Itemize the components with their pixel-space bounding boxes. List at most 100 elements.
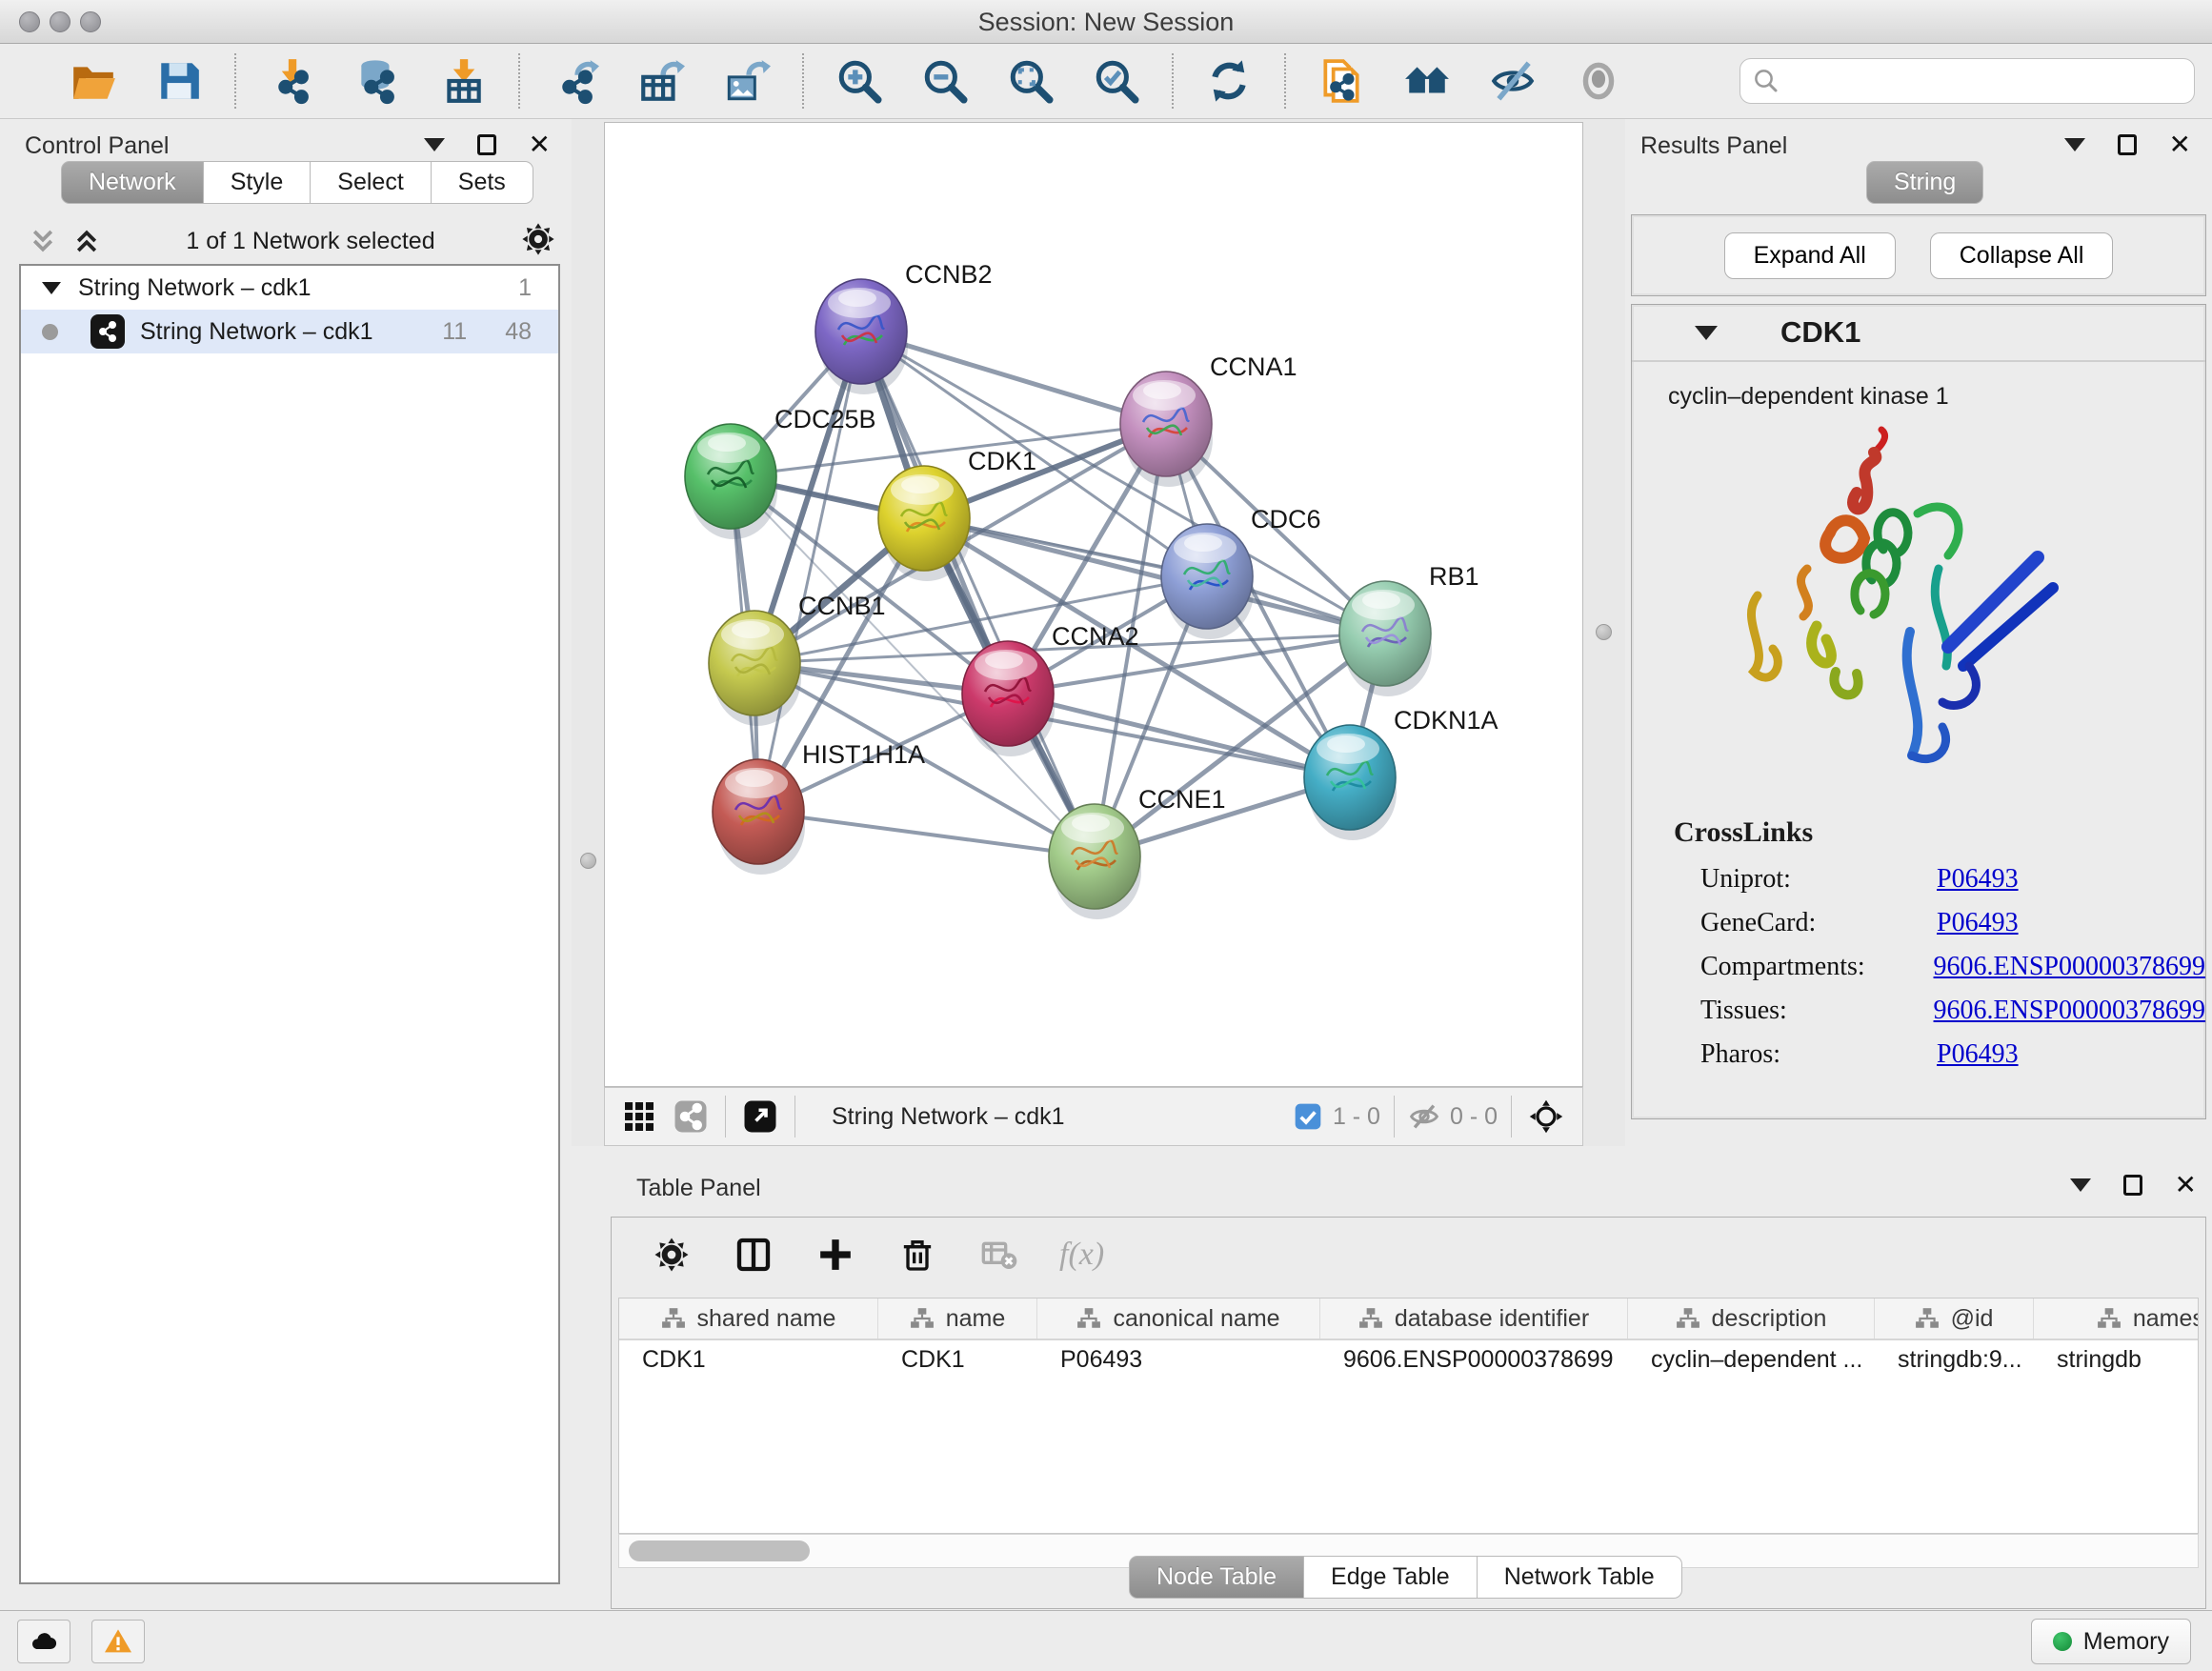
hidden-eye-icon[interactable] [1408,1100,1440,1133]
collapse-icon[interactable] [42,282,61,294]
refresh-icon[interactable] [1202,54,1256,108]
zoom-fit-icon[interactable] [1004,54,1057,108]
selected-checkbox-icon[interactable] [1293,1101,1323,1132]
column-header-shared-name[interactable]: shared name [619,1299,878,1339]
column-header-namespace[interactable]: namespace [2034,1299,2199,1339]
tab-style[interactable]: Style [204,161,312,204]
show-eye-icon[interactable] [1572,54,1625,108]
open-in-window-icon[interactable] [739,1096,781,1137]
close-panel-icon[interactable]: ✕ [2169,135,2191,154]
node-CCNE1[interactable]: CCNE1 [1049,785,1226,919]
node-RB1[interactable]: RB1 [1339,562,1479,696]
copy-documents-icon[interactable] [1315,54,1368,108]
panel-menu-icon[interactable] [424,138,445,151]
panel-menu-icon[interactable] [2070,1178,2091,1192]
table-options-gear-icon[interactable] [650,1233,694,1277]
network-share-icon[interactable] [670,1096,712,1137]
search-box[interactable] [1739,58,2195,104]
network-list-options-button[interactable] [520,221,560,262]
close-panel-icon[interactable]: ✕ [2175,1176,2197,1195]
column-header-canonical-name[interactable]: canonical name [1037,1299,1320,1339]
table-cell[interactable]: stringdb [2034,1340,2199,1384]
crosslink-label: Tissues: [1700,996,1934,1026]
node-section-header[interactable]: CDK1 [1632,305,2205,362]
open-folder-icon[interactable] [67,54,120,108]
delete-column-trash-icon[interactable] [895,1233,939,1277]
table-cell[interactable]: P06493 [1037,1340,1320,1384]
add-column-icon[interactable] [814,1233,857,1277]
tab-select[interactable]: Select [311,161,431,204]
collapse-all-button[interactable]: Collapse All [1930,232,2114,279]
crosslink-link[interactable]: P06493 [1937,908,2019,938]
zoom-in-icon[interactable] [833,54,886,108]
memory-button[interactable]: Memory [2031,1619,2191,1664]
close-panel-icon[interactable]: ✕ [529,135,551,154]
show-columns-icon[interactable] [732,1233,775,1277]
import-table-icon[interactable] [436,54,490,108]
function-builder-icon[interactable]: f(x) [1059,1233,1104,1277]
column-header-database-identifier[interactable]: database identifier [1320,1299,1628,1339]
warnings-button[interactable] [91,1620,145,1663]
import-database-icon[interactable] [351,54,404,108]
collection-count: 1 [518,274,532,302]
export-table-icon[interactable] [634,54,688,108]
table-cell[interactable]: CDK1 [619,1340,878,1384]
edge-CCNB2-CCNE1[interactable] [861,332,1095,856]
table-cell[interactable]: CDK1 [878,1340,1037,1384]
edge-HIST1H1A-CCNE1[interactable] [758,812,1095,856]
cloud-status-button[interactable] [17,1620,70,1663]
table-row[interactable]: CDK1CDK1P064939606.ENSP00000378699cyclin… [619,1340,2198,1384]
node-HIST1H1A[interactable]: HIST1H1A [713,740,925,875]
birds-eye-view-icon[interactable] [1525,1096,1567,1137]
table-cell[interactable]: stringdb:9... [1875,1340,2034,1384]
tab-node-table[interactable]: Node Table [1129,1556,1304,1599]
zoom-selected-icon[interactable] [1090,54,1143,108]
zoom-out-icon[interactable] [918,54,972,108]
column-header-description[interactable]: description [1628,1299,1875,1339]
float-panel-icon[interactable] [2123,1175,2142,1196]
collapse-section-icon[interactable] [1695,326,1718,340]
float-panel-icon[interactable] [477,134,496,155]
tab-network-table[interactable]: Network Table [1478,1556,1682,1599]
network-canvas[interactable]: CCNB2CCNA1CDC25BCDK1CDC6RB1CCNB1CCNA2CDK… [604,122,1583,1087]
node-table[interactable]: shared namenamecanonical namedatabase id… [618,1298,2199,1534]
crosslink-link[interactable]: P06493 [1937,864,2019,895]
crosslink-link[interactable]: P06493 [1937,1039,2019,1070]
column-header-name[interactable]: name [878,1299,1037,1339]
tab-sets[interactable]: Sets [432,161,533,204]
expand-all-icon[interactable] [72,227,101,255]
tab-edge-table[interactable]: Edge Table [1304,1556,1478,1599]
node-CCNB2[interactable]: CCNB2 [815,260,993,394]
save-icon[interactable] [152,54,206,108]
node-CDC6[interactable]: CDC6 [1161,505,1321,639]
float-panel-icon[interactable] [2118,134,2137,155]
expand-all-button[interactable]: Expand All [1724,232,1896,279]
column-header--id[interactable]: @id [1875,1299,2034,1339]
node-name: CDK1 [1780,315,1860,350]
panel-menu-icon[interactable] [2064,138,2085,151]
grid-view-icon[interactable] [618,1096,660,1137]
homes-icon[interactable] [1400,54,1454,108]
export-image-icon[interactable] [720,54,774,108]
crosslink-link[interactable]: 9606.ENSP00000378699 [1934,952,2205,982]
collapse-all-icon[interactable] [29,227,57,255]
crosslink-link[interactable]: 9606.ENSP00000378699 [1934,996,2205,1026]
scrollbar-thumb[interactable] [629,1540,810,1561]
table-cell[interactable]: 9606.ENSP00000378699 [1320,1340,1628,1384]
import-network-icon[interactable] [265,54,318,108]
table-cell[interactable]: cyclin–dependent ... [1628,1340,1875,1384]
left-splitter-handle[interactable] [580,853,596,869]
crosslink-row: Uniprot:P06493 [1700,864,2205,895]
tab-string[interactable]: String [1866,161,1983,204]
title-bar: Session: New Session [0,0,2212,44]
tab-network[interactable]: Network [61,161,204,204]
search-input[interactable] [1780,68,2162,94]
node-CDC25B[interactable]: CDC25B [685,405,876,539]
right-splitter-handle[interactable] [1596,624,1612,640]
network-collection-row[interactable]: String Network – cdk1 1 [21,266,558,310]
delete-table-icon[interactable] [977,1233,1021,1277]
export-network-icon[interactable] [549,54,602,108]
hide-eye-icon[interactable] [1486,54,1539,108]
network-row[interactable]: String Network – cdk1 11 48 [21,310,558,353]
node-CDKN1A[interactable]: CDKN1A [1304,706,1498,840]
